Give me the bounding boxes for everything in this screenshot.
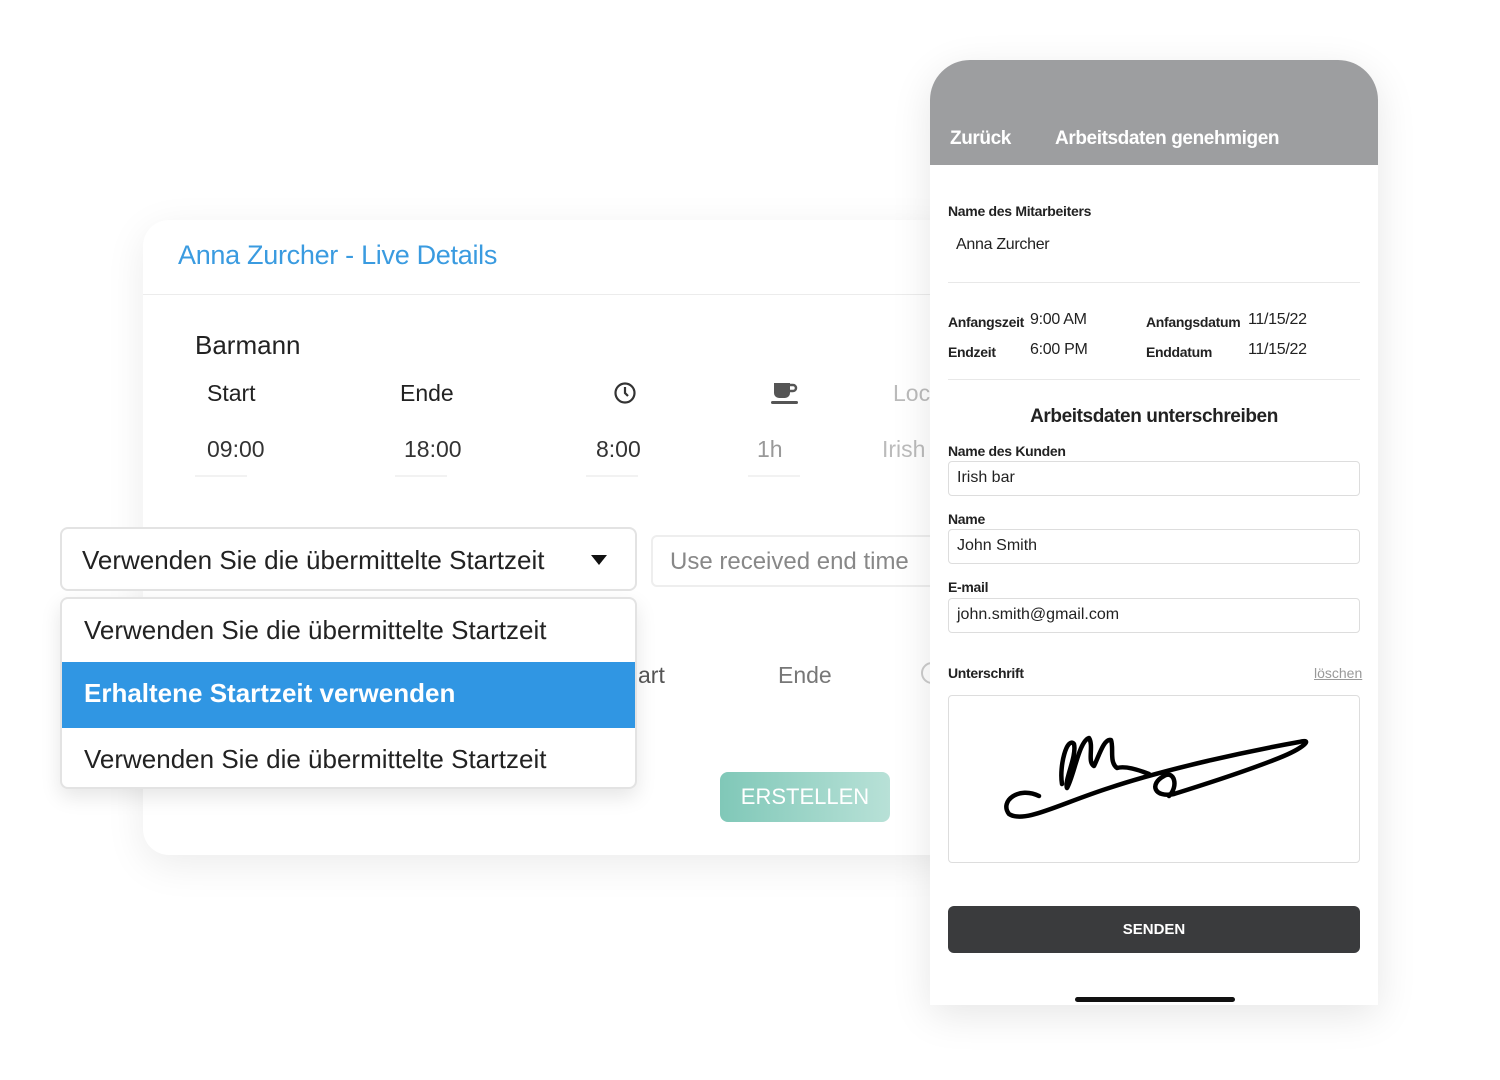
phone-header: Zurück Arbeitsdaten genehmigen [930, 60, 1378, 165]
create-button[interactable]: ERSTELLEN [720, 772, 890, 822]
customer-label: Name des Kunden [948, 443, 1066, 459]
caret-down-icon [591, 555, 607, 565]
start-date-label: Anfangsdatum [1146, 314, 1241, 330]
role-title: Barmann [195, 330, 301, 360]
start-date: 11/15/22 [1248, 311, 1307, 328]
end-time-select[interactable]: Use received end time [651, 535, 951, 587]
end-time-label: Endzeit [948, 344, 996, 360]
home-indicator [1075, 997, 1235, 1002]
signature-pad[interactable] [948, 695, 1360, 863]
back-button[interactable]: Zurück [950, 128, 1011, 150]
select-value: Verwenden Sie die übermittelte Startzeit [82, 545, 545, 575]
header-end: Ende [400, 380, 454, 406]
signature-drawing [1004, 735, 1309, 819]
divider [948, 379, 1360, 380]
underline [586, 475, 638, 477]
option[interactable]: Verwenden Sie die übermittelte Startzeit [62, 599, 635, 662]
underline [395, 475, 447, 477]
signature-label: Unterschrift [948, 665, 1024, 681]
underline [748, 475, 800, 477]
name-input[interactable]: John Smith [948, 529, 1360, 564]
customer-input[interactable]: Irish bar [948, 461, 1360, 496]
page-title: Anna Zurcher - Live Details [178, 240, 498, 270]
header-start: Start [207, 380, 256, 406]
coffee-cup-icon [771, 383, 798, 404]
end-date-label: Enddatum [1146, 344, 1213, 360]
email-label: E-mail [948, 579, 989, 595]
underline [195, 475, 247, 477]
value-end: 18:00 [404, 436, 462, 462]
start-time-options: Verwenden Sie die übermittelte Startzeit… [60, 597, 637, 789]
screen-title: Arbeitsdaten genehmigen [1055, 128, 1280, 149]
email-input[interactable]: john.smith@gmail.com [948, 598, 1360, 633]
value-break: 1h [757, 436, 783, 462]
name-label: Name [948, 511, 985, 527]
option-highlighted[interactable]: Erhaltene Startzeit verwenden [62, 662, 635, 728]
value-location: Irish [882, 436, 926, 462]
employee-name: Anna Zurcher [956, 236, 1050, 253]
employee-label: Name des Mitarbeiters [948, 203, 1092, 219]
end-time: 6:00 PM [1030, 341, 1088, 358]
send-button[interactable]: SENDEN [948, 906, 1360, 953]
value-duration: 8:00 [596, 436, 641, 462]
clear-signature-link[interactable]: löschen [1314, 665, 1362, 681]
end-date: 11/15/22 [1248, 341, 1307, 358]
start-time-label: Anfangszeit [948, 314, 1025, 330]
header-start-2: art [638, 662, 665, 688]
start-time-select[interactable]: Verwenden Sie die übermittelte Startzeit [60, 527, 637, 591]
value-start: 09:00 [207, 436, 265, 462]
divider [143, 294, 963, 295]
option[interactable]: Verwenden Sie die übermittelte Startzeit [62, 728, 635, 787]
header-location: Loc [893, 380, 931, 406]
sign-heading: Arbeitsdaten unterschreiben [1030, 406, 1278, 427]
phone-approval-screen: Zurück Arbeitsdaten genehmigen Name des … [930, 60, 1378, 1005]
start-time: 9:00 AM [1030, 311, 1087, 328]
divider [948, 282, 1360, 283]
clock-icon [614, 382, 636, 404]
header-end-2: Ende [778, 662, 832, 688]
